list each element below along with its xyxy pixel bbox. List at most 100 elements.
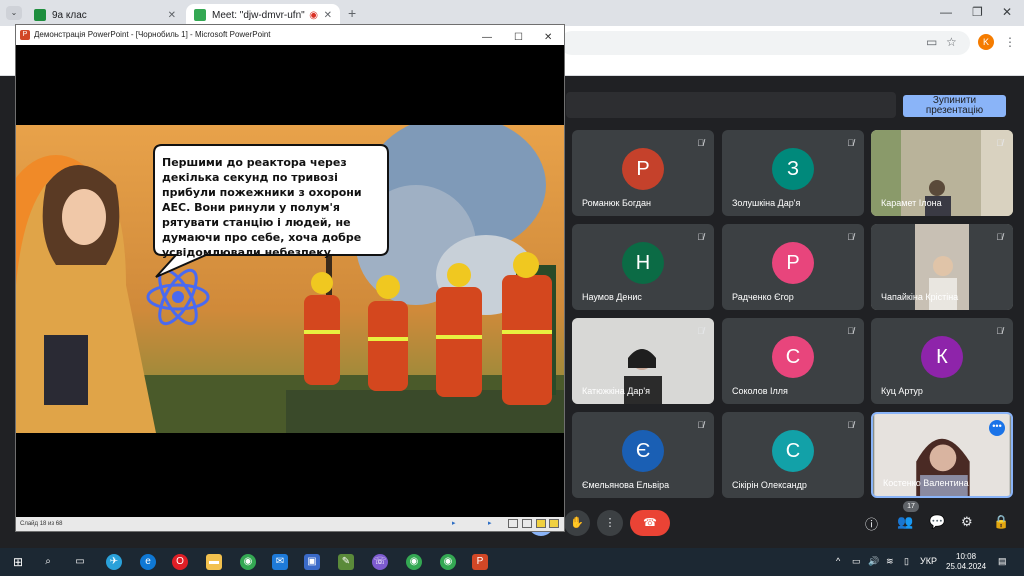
volume-icon[interactable]: 🔊 [868,556,879,567]
chrome-icon[interactable]: ◉ [240,554,256,570]
normal-view-icon[interactable] [508,519,518,528]
network-icon[interactable]: ▯ [904,556,909,567]
telegram-icon[interactable]: ✈ [106,554,122,570]
avatar: З [772,148,814,190]
powerpoint-icon: P [20,30,30,40]
avatar: Р [772,242,814,284]
mic-off-icon: 🎙̸ [847,420,854,430]
participant-name: Соколов Ілля [732,386,788,396]
participant-tile-self[interactable]: ••• Костенко Валентина [871,412,1013,498]
mic-off-icon: 🎙̸ [847,326,854,336]
app-icon[interactable]: ✎ [338,554,354,570]
participant-name: Золушкіна Дар'я [732,198,801,208]
reading-view-icon[interactable] [536,519,546,528]
windows-taskbar: ⊞ ⌕ ▭ ✈ e O ▬ ◉ ✉ ▣ ✎ ☏ ◉ ◉ P ^ ▭ 🔊 ≋ ▯ … [0,548,1024,576]
maximize-icon[interactable]: ☐ [514,28,523,48]
participant-tile[interactable]: 🎙̸ Чапайкіна Крістіна [871,224,1013,310]
avatar: К [921,336,963,378]
participant-tile[interactable]: 🎙̸ Катюжкіна Дар'я [572,318,714,404]
classroom-icon [34,9,46,21]
keyboard-lang[interactable]: УКР [920,556,937,566]
store-icon[interactable]: ▣ [304,554,320,570]
participant-name: Катюжкіна Дар'я [582,386,650,396]
participant-count-badge: 17 [903,501,919,512]
raise-hand-icon[interactable]: ✋ [564,510,590,536]
maximize-icon[interactable]: ❐ [972,5,983,19]
windows-start-icon[interactable]: ⊞ [10,554,26,570]
slideshow-icon[interactable] [549,519,559,528]
address-bar[interactable] [560,31,970,55]
mic-off-icon: 🎙̸ [847,138,854,148]
participant-tile[interactable]: Н 🎙̸ Наумов Денис [572,224,714,310]
end-call-button[interactable]: ☎ [630,510,670,536]
ppt-title-bar: P Демонстрація PowerPoint - [Чорнобиль 1… [16,25,564,45]
powerpoint-taskbar-icon[interactable]: P [472,554,488,570]
mic-off-icon: 🎙̸ [996,232,1003,242]
slide-sorter-icon[interactable] [522,519,532,528]
search-icon[interactable]: ⌕ [40,554,56,570]
participant-name: Чапайкіна Крістіна [881,292,959,302]
participant-tile[interactable]: Є 🎙̸ Ємельянова Ельвіра [572,412,714,498]
more-options-button[interactable]: ⋮ [597,510,623,536]
close-icon[interactable]: ✕ [544,28,552,48]
participant-name: Ємельянова Ельвіра [582,480,670,490]
tab-meet[interactable]: Meet: "djw-dmvr-ufn" ◉ ✕ [186,4,340,26]
participant-tile[interactable]: С 🎙̸ Соколов Ілля [722,318,864,404]
stop-presentation-button[interactable]: Зупинити презентацію [903,95,1006,117]
slide-speech-text: Першими до реактора через декілька секун… [162,156,362,259]
avatar: Н [622,242,664,284]
mic-off-icon: 🎙̸ [697,232,704,242]
browser-tabstrip: ⌄ 9а клас ✕ Meet: "djw-dmvr-ufn" ◉ ✕ + —… [0,0,1024,26]
chat-icon[interactable]: 💬 [929,514,945,530]
edge-icon[interactable]: e [140,554,156,570]
prev-slide-icon[interactable]: ▸ [452,517,456,531]
mic-off-icon: 🎙̸ [697,138,704,148]
people-icon[interactable]: 👥 [897,514,913,530]
powerpoint-window[interactable]: P Демонстрація PowerPoint - [Чорнобиль 1… [15,24,565,532]
chrome-icon[interactable]: ◉ [440,554,456,570]
tray-chevron-icon[interactable]: ^ [836,556,840,566]
participant-tile[interactable]: З 🎙̸ Золушкіна Дар'я [722,130,864,216]
tab-label: 9а клас [52,9,87,21]
participant-name: Наумов Денис [582,292,642,302]
participant-name: Радченко Єгор [732,292,794,302]
new-tab-button[interactable]: + [348,5,356,21]
file-explorer-icon[interactable]: ▬ [206,554,222,570]
minimize-icon[interactable]: — [482,28,492,48]
notifications-icon[interactable]: ▤ [998,556,1007,567]
activities-icon[interactable]: ⚙ [961,514,973,530]
minimize-icon[interactable]: — [940,5,952,19]
wifi-icon[interactable]: ≋ [886,556,894,567]
tab-search-button[interactable]: ⌄ [6,6,22,20]
camera-icon[interactable]: ▭ [926,35,937,49]
task-view-icon[interactable]: ▭ [72,554,88,570]
ppt-window-title: Демонстрація PowerPoint - [Чорнобиль 1] … [34,30,271,39]
ppt-status-bar: Слайд 18 из 68 ▸ ▸ [16,517,564,531]
viber-icon[interactable]: ☏ [372,554,388,570]
participant-tile[interactable]: С 🎙̸ Сікірін Олександр [722,412,864,498]
avatar: С [772,336,814,378]
close-icon[interactable]: ✕ [168,10,176,21]
close-window-icon[interactable]: ✕ [1002,5,1012,19]
slide-canvas: Першими до реактора через декілька секун… [16,125,564,433]
next-slide-icon[interactable]: ▸ [488,517,492,531]
chrome-icon[interactable]: ◉ [406,554,422,570]
host-controls-icon[interactable]: 🔒 [993,514,1009,530]
menu-kebab-icon[interactable]: ⋮ [1004,35,1016,49]
clock[interactable]: 10:08 25.04.2024 [946,552,986,572]
profile-avatar[interactable]: K [978,34,994,50]
participant-tile[interactable]: Р 🎙̸ Романюк Богдан [572,130,714,216]
participant-name: Романюк Богдан [582,198,651,208]
info-icon[interactable]: ⓘ [865,514,878,533]
tab-9a-class[interactable]: 9а клас ✕ [26,4,184,26]
bookmark-star-icon[interactable]: ☆ [946,35,957,49]
more-options-icon[interactable]: ••• [989,420,1005,436]
close-icon[interactable]: ✕ [324,10,332,21]
participant-tile[interactable]: К 🎙̸ Куц Артур [871,318,1013,404]
participant-tile[interactable]: Р 🎙̸ Радченко Єгор [722,224,864,310]
slide-counter: Слайд 18 из 68 [20,521,63,527]
opera-icon[interactable]: O [172,554,188,570]
mail-icon[interactable]: ✉ [272,554,288,570]
participant-tile[interactable]: 🎙̸ Карамет Ілона [871,130,1013,216]
recording-icon: ◉ [309,9,318,21]
